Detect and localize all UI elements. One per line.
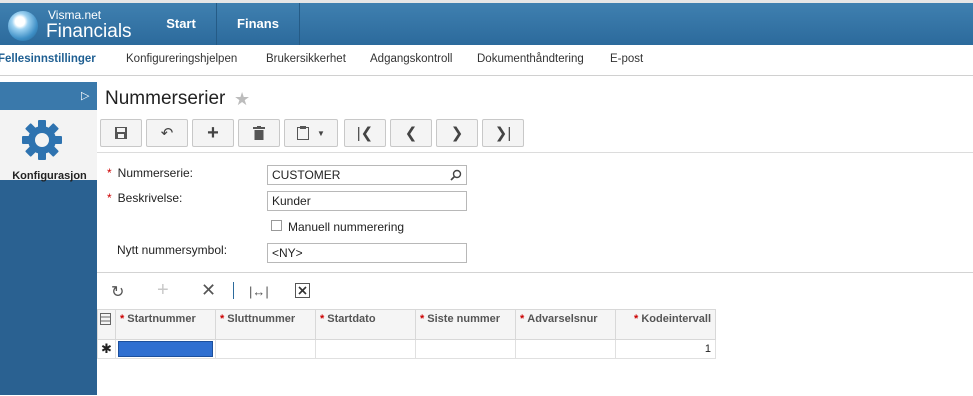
trash-icon — [253, 126, 265, 140]
module-nav: Fellesinnstillinger Konfigureringshjelpe… — [0, 45, 973, 76]
nav-start[interactable]: Start — [148, 3, 214, 45]
favorite-star-icon[interactable]: ★ — [234, 89, 250, 110]
beskrivelse-field[interactable]: Kunder — [267, 191, 467, 211]
col-kodeintervall-label: Kodeintervall — [641, 313, 711, 325]
search-icon[interactable] — [450, 169, 462, 181]
col-sluttnummer-label: Sluttnummer — [227, 313, 296, 325]
col-siste-nummer-label: Siste nummer — [427, 313, 501, 325]
top-bar: Visma.net Financials Start Finans — [0, 0, 973, 45]
manuell-nummerering-label: Manuell nummerering — [288, 220, 405, 234]
first-record-button[interactable]: |❮ — [344, 119, 386, 147]
next-icon: ❯ — [450, 125, 464, 142]
undo-icon: ↶ — [160, 125, 174, 142]
col-siste-nummer[interactable]: * Siste nummer — [415, 309, 516, 340]
table-row[interactable]: ✱ 1 — [97, 339, 716, 359]
refresh-icon[interactable]: ↻ — [111, 282, 124, 302]
cell-sluttnummer[interactable] — [215, 339, 316, 359]
subnav-adgangskontroll[interactable]: Adgangskontroll — [370, 53, 452, 65]
nytt-nummersymbol-label: Nytt nummersymbol: — [117, 243, 228, 257]
fit-columns-icon[interactable]: |↔| — [249, 284, 269, 299]
cell-startdato[interactable] — [315, 339, 416, 359]
gear-icon — [22, 120, 62, 160]
nummerserie-label-text: Nummerserie: — [117, 166, 194, 180]
previous-record-button[interactable]: ❮ — [390, 119, 432, 147]
previous-icon: ❮ — [404, 125, 418, 142]
sidebar: ▷ Konfigurasjon — [0, 82, 97, 395]
save-icon — [115, 127, 127, 139]
plus-icon: + — [207, 121, 219, 144]
col-startdato[interactable]: * Startdato — [315, 309, 416, 340]
brand-name: Financials — [46, 21, 132, 42]
nytt-nummersymbol-value: <NY> — [272, 246, 303, 260]
sidebar-item-label: Konfigurasjon — [12, 170, 87, 182]
startnummer-editor[interactable] — [118, 341, 213, 357]
first-icon: |❮ — [356, 125, 374, 142]
last-record-button[interactable]: ❯| — [482, 119, 524, 147]
last-icon: ❯| — [494, 125, 512, 142]
page-title: Nummerserier — [105, 88, 226, 109]
numbering-grid: * Startnummer * Sluttnummer * Startdato * Si… — [97, 309, 716, 359]
delete-button[interactable] — [238, 119, 280, 147]
beskrivelse-value: Kunder — [272, 194, 311, 208]
col-advarselsnummer-label: Advarselsnur — [527, 313, 598, 325]
beskrivelse-label-text: Beskrivelse: — [117, 191, 183, 205]
cell-advarselsnummer[interactable] — [515, 339, 616, 359]
add-row-icon[interactable]: + — [157, 279, 169, 302]
save-button[interactable] — [100, 119, 142, 147]
col-sluttnummer[interactable]: * Sluttnummer — [215, 309, 316, 340]
sidebar-item-konfigurasjon[interactable]: Konfigurasjon — [0, 110, 97, 182]
column-config-icon[interactable] — [100, 313, 111, 325]
nummerserie-field[interactable]: CUSTOMER — [267, 165, 467, 185]
expand-sidebar-icon[interactable]: ▷ — [81, 89, 91, 103]
row-selector-header[interactable] — [97, 309, 116, 340]
clipboard-icon — [297, 126, 310, 140]
nytt-nummersymbol-field[interactable]: <NY> — [267, 243, 467, 263]
nav-finans[interactable]: Finans — [216, 3, 300, 45]
nummerserie-value: CUSTOMER — [272, 168, 341, 182]
beskrivelse-label: * Beskrivelse: — [107, 191, 183, 205]
sidebar-header: ▷ — [0, 82, 97, 110]
subnav-brukersikkerhet[interactable]: Brukersikkerhet — [266, 53, 346, 65]
paste-dropdown-button[interactable]: ▼ — [284, 119, 338, 147]
delete-row-icon[interactable]: ✕ — [201, 280, 216, 301]
add-button[interactable]: + — [192, 119, 234, 147]
manuell-nummerering-checkbox[interactable] — [271, 220, 282, 231]
next-record-button[interactable]: ❯ — [436, 119, 478, 147]
nummerserie-label: * Nummerserie: — [107, 166, 194, 180]
subnav-epost[interactable]: E-post — [610, 53, 643, 65]
col-advarselsnummer[interactable]: * Advarselsnur — [515, 309, 616, 340]
chevron-down-icon: ▼ — [317, 128, 325, 138]
toolbar-divider — [233, 282, 234, 299]
new-row-marker-icon: ✱ — [97, 339, 116, 359]
col-startnummer-label: Startnummer — [127, 313, 196, 325]
summary-form — [97, 152, 973, 273]
cell-kodeintervall[interactable]: 1 — [615, 339, 716, 359]
undo-button[interactable]: ↶ — [146, 119, 188, 147]
col-kodeintervall[interactable]: * Kodeintervall — [615, 309, 716, 340]
visma-logo-icon[interactable] — [8, 11, 38, 41]
cell-siste-nummer[interactable] — [415, 339, 516, 359]
subnav-fellesinnstillinger[interactable]: Fellesinnstillinger — [0, 53, 96, 65]
subnav-dokumenthandtering[interactable]: Dokumenthåndtering — [477, 53, 584, 65]
excel-export-icon[interactable] — [295, 283, 310, 298]
cell-startnummer[interactable] — [115, 339, 216, 359]
brand-small: Visma.net — [48, 8, 102, 22]
subnav-konfigureringshjelpen[interactable]: Konfigureringshjelpen — [126, 53, 237, 65]
col-startnummer[interactable]: * Startnummer — [115, 309, 216, 340]
col-startdato-label: Startdato — [327, 313, 376, 325]
